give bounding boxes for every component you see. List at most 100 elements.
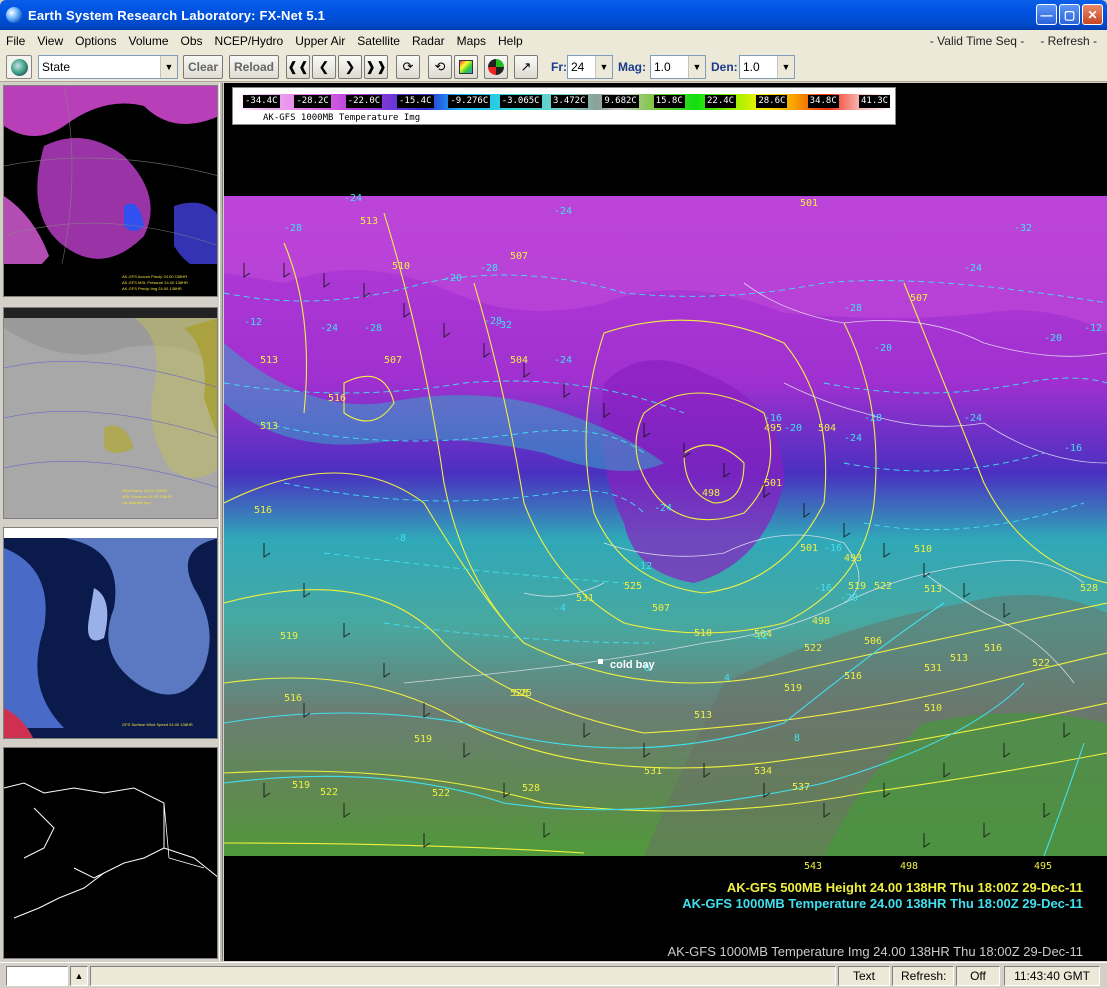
color-bar-tick: 28.6C xyxy=(756,95,788,108)
close-button[interactable]: ✕ xyxy=(1082,4,1103,25)
height-contour-label: 498 xyxy=(900,861,919,872)
clear-button[interactable]: Clear xyxy=(183,55,223,79)
temperature-contour-label: -20 xyxy=(874,343,893,354)
frame-count-select[interactable]: 24 ▼ xyxy=(567,55,613,79)
temperature-color-bar: -34.4C -28.2C -22.0C -15.4C -9.276C -3.065C 3.… xyxy=(232,87,896,125)
minimize-button[interactable]: — xyxy=(1036,4,1057,25)
menu-maps[interactable]: Maps xyxy=(451,31,492,51)
toolbar: State ▼ Clear Reload ❰❰ ❮ ❯ ❱❱ ⟳ ⟲ ↗ Fr:… xyxy=(0,52,1107,82)
thumbnail-satellite[interactable]: Wind Barbs 24.00 138HR MSL Pressure 24.0… xyxy=(3,307,218,519)
menu-options[interactable]: Options xyxy=(69,31,122,51)
color-bar-tick: 41.3C xyxy=(859,95,891,108)
height-contour-label: 519 xyxy=(414,734,433,745)
height-contour-label: 513 xyxy=(694,710,713,721)
thumbnail-satellite-image: Wind Barbs 24.00 138HR MSL Pressure 24.0… xyxy=(4,308,217,518)
maximize-button[interactable]: ▢ xyxy=(1059,4,1080,25)
color-table-button[interactable] xyxy=(454,55,478,79)
height-contour-label: 506 xyxy=(864,636,883,647)
frame-count-value: 24 xyxy=(571,60,585,74)
menu-help[interactable]: Help xyxy=(492,31,529,51)
temperature-contour-label: -24 xyxy=(964,263,983,274)
panel-splitter[interactable] xyxy=(219,83,223,961)
thumbnail-wind-speed[interactable]: GFS Surface Wind Speed 24.00 138HR xyxy=(3,527,218,739)
color-bar-tick: 15.8C xyxy=(653,95,685,108)
diagonal-arrow-icon: ↗ xyxy=(520,59,532,74)
height-contour-label: 498 xyxy=(702,488,721,499)
next-icon: ❯ xyxy=(344,59,356,74)
chevron-down-icon[interactable]: ▼ xyxy=(595,56,612,78)
cold-bay-station-marker[interactable] xyxy=(598,659,603,664)
height-contour-label: 531 xyxy=(576,593,595,604)
svg-text:AK-GFS Accum Precip 24.00 138: AK-GFS Accum Precip 24.00 138HR xyxy=(122,274,187,279)
height-contour-label: 516 xyxy=(254,505,273,516)
height-contour-label: 516 xyxy=(328,393,347,404)
map-display[interactable]: 501 513 510 507 504 507 513 516 513 516 519 516 519 5… xyxy=(224,83,1107,961)
menu-satellite[interactable]: Satellite xyxy=(351,31,406,51)
scale-select-value: State xyxy=(42,60,71,74)
menu-view[interactable]: View xyxy=(31,31,69,51)
height-contour-label: 543 xyxy=(804,861,823,872)
den-label: Den: xyxy=(711,60,738,74)
zoom-arrow-button[interactable]: ↗ xyxy=(514,55,538,79)
height-contour-label: 519 xyxy=(784,683,803,694)
rotate-button[interactable]: ⟲ xyxy=(428,55,452,79)
height-contour-label: 510 xyxy=(914,544,933,555)
last-frame-button[interactable]: ❱❱ xyxy=(364,55,388,79)
height-contour-label: 507 xyxy=(910,293,929,304)
menu-upper-air[interactable]: Upper Air xyxy=(289,31,351,51)
thumbnail-alaska-outline[interactable] xyxy=(3,747,218,959)
menu-obs[interactable]: Obs xyxy=(175,31,209,51)
text-button[interactable]: Text xyxy=(838,966,890,986)
last-frame-icon: ❱❱ xyxy=(365,59,387,74)
prev-frame-button[interactable]: ❮ xyxy=(312,55,336,79)
status-message xyxy=(90,966,836,986)
first-frame-button[interactable]: ❰❰ xyxy=(286,55,310,79)
temperature-contour-label: -12 xyxy=(244,317,263,328)
color-bar-tick: -3.065C xyxy=(499,95,542,108)
chevron-down-icon[interactable]: ▼ xyxy=(160,56,177,78)
height-contour-label: 504 xyxy=(510,355,529,366)
status-scroll-up[interactable]: ▲ xyxy=(70,966,88,986)
status-input[interactable] xyxy=(6,966,68,986)
next-frame-button[interactable]: ❯ xyxy=(338,55,362,79)
crosshair-button[interactable] xyxy=(484,55,508,79)
thumbnail-wind-image: GFS Surface Wind Speed 24.00 138HR xyxy=(4,528,217,738)
svg-text:GFS Surface Wind Speed 24.00 1: GFS Surface Wind Speed 24.00 138HR xyxy=(122,722,193,727)
den-select[interactable]: 1.0 ▼ xyxy=(739,55,795,79)
refresh-menu[interactable]: - Refresh - xyxy=(1040,30,1097,52)
temperature-contour-label: -24 xyxy=(964,413,983,424)
menu-file[interactable]: File xyxy=(0,31,31,51)
chevron-down-icon[interactable]: ▼ xyxy=(688,56,705,78)
temperature-contour-label: 8 xyxy=(794,733,801,744)
chevron-down-icon[interactable]: ▼ xyxy=(777,56,794,78)
menu-radar[interactable]: Radar xyxy=(406,31,451,51)
height-contour-label: 516 xyxy=(284,693,303,704)
frame-label: Fr: xyxy=(551,60,567,74)
temperature-contour-label: -24 xyxy=(554,206,573,217)
svg-text:Wind Barbs 24.00 138HR: Wind Barbs 24.00 138HR xyxy=(122,488,167,493)
first-frame-icon: ❰❰ xyxy=(287,59,309,74)
color-bar-tick: 34.8C xyxy=(807,95,839,108)
loop-button[interactable]: ⟳ xyxy=(396,55,420,79)
temperature-contour-label: -4 xyxy=(554,603,567,614)
mag-select[interactable]: 1.0 ▼ xyxy=(650,55,706,79)
thumbnail-precip-pressure[interactable]: AK-GFS Accum Precip 24.00 138HR AK-GFS M… xyxy=(3,85,218,297)
height-contour-label: 510 xyxy=(924,703,943,714)
globe-projection-button[interactable] xyxy=(6,55,32,79)
thumbnail-panel: AK-GFS Accum Precip 24.00 138HR AK-GFS M… xyxy=(0,83,220,961)
height-contour-label: 513 xyxy=(260,355,279,366)
temperature-contour-label: -28 xyxy=(480,263,499,274)
scale-select[interactable]: State ▼ xyxy=(38,55,178,79)
app-globe-icon xyxy=(6,7,22,23)
height-contour-label: 510 xyxy=(392,261,411,272)
svg-text:Vis Satellite Img: Vis Satellite Img xyxy=(122,500,151,505)
valid-time-seq-menu[interactable]: - Valid Time Seq - xyxy=(930,30,1024,52)
menu-volume[interactable]: Volume xyxy=(123,31,175,51)
temperature-contour-label: 4 xyxy=(724,673,731,684)
rotate-icon: ⟲ xyxy=(434,59,446,74)
reload-button[interactable]: Reload xyxy=(229,55,279,79)
refresh-status-value[interactable]: Off xyxy=(956,966,1000,986)
menu-ncep-hydro[interactable]: NCEP/Hydro xyxy=(209,31,290,51)
color-bar-tick: -9.276C xyxy=(448,95,491,108)
color-bar-tick: -34.4C xyxy=(243,95,280,108)
